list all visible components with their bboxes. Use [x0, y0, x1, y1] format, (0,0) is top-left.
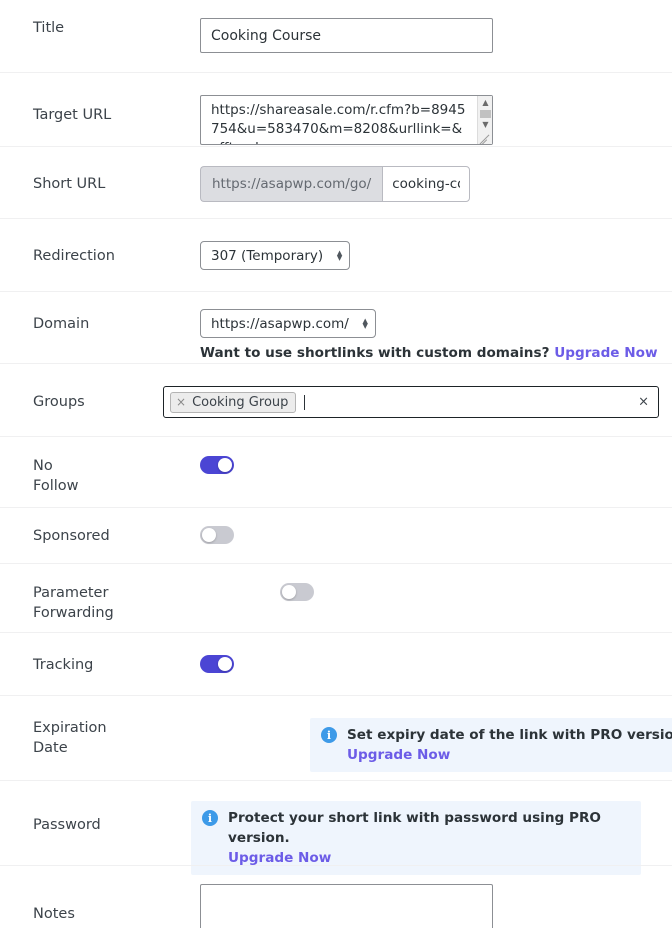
select-spinner-icon: ▲ ▼: [336, 248, 343, 262]
select-spinner-icon: ▲ ▼: [362, 316, 368, 330]
form-row-notes: Notes: [0, 865, 672, 928]
group-token[interactable]: × Cooking Group: [170, 391, 297, 413]
password-notice-message: Protect your short link with password us…: [228, 810, 601, 846]
short-url-group: https://asapwp.com/go/: [200, 166, 470, 202]
form-row-parameter-forwarding: Parameter Forwarding: [0, 563, 672, 632]
toggle-knob: [218, 657, 232, 671]
label-no-follow: No Follow: [33, 458, 79, 494]
tracking-toggle[interactable]: [200, 655, 234, 673]
sponsored-toggle[interactable]: [200, 526, 234, 544]
label-target-url: Target URL: [33, 107, 112, 123]
form-row-redirection: Redirection 307 (Temporary) ▲ ▼: [0, 218, 672, 291]
label-expiration-date: Expiration Date: [33, 720, 107, 756]
notes-textarea[interactable]: [200, 884, 493, 928]
toggle-knob: [202, 528, 216, 542]
toggle-knob: [218, 458, 232, 472]
scrollbar-thumb[interactable]: [480, 110, 491, 118]
field-redirection: 307 (Temporary) ▲ ▼: [200, 241, 672, 270]
field-parameter-forwarding: [280, 583, 672, 601]
field-groups: × Cooking Group ×: [163, 386, 672, 418]
label-parameter-forwarding: Parameter Forwarding: [33, 585, 114, 621]
target-url-textarea-wrap: https://shareasale.com/r.cfm?b=8945754&u…: [200, 95, 493, 145]
form-row-tracking: Tracking: [0, 632, 672, 695]
domain-upgrade-link[interactable]: Upgrade Now: [554, 345, 657, 361]
form-row-expiration-date: Expiration Date i Set expiry date of the …: [0, 695, 672, 780]
form-row-domain: Domain https://asapwp.com/ ▲ ▼ Want to us…: [0, 291, 672, 363]
field-password: i Protect your short link with password …: [191, 801, 672, 875]
target-url-textarea[interactable]: https://shareasale.com/r.cfm?b=8945754&u…: [200, 95, 493, 145]
label-password: Password: [33, 817, 101, 833]
field-target-url: https://shareasale.com/r.cfm?b=8945754&u…: [200, 95, 672, 145]
password-upgrade-link[interactable]: Upgrade Now: [228, 850, 331, 866]
parameter-forwarding-toggle[interactable]: [280, 583, 314, 601]
form-row-short-url: Short URL https://asapwp.com/go/: [0, 146, 672, 218]
redirection-selected-value: 307 (Temporary): [211, 247, 324, 264]
label-domain: Domain: [33, 316, 90, 332]
text-cursor: [304, 394, 306, 410]
resize-grip-icon[interactable]: [478, 130, 492, 144]
shortlink-settings-form: Title Target URL https://shareasale.com/…: [0, 0, 672, 928]
domain-selected-value: https://asapwp.com/: [211, 315, 349, 332]
redirection-select[interactable]: 307 (Temporary) ▲ ▼: [200, 241, 351, 270]
form-row-sponsored: Sponsored: [0, 507, 672, 563]
field-no-follow: [200, 456, 672, 474]
caret-up-icon[interactable]: ▲: [478, 96, 493, 109]
field-sponsored: [200, 526, 672, 544]
field-tracking: [200, 655, 672, 673]
password-notice-text: Protect your short link with password us…: [228, 808, 629, 868]
expiration-notice-text: Set expiry date of the link with PRO ver…: [347, 725, 672, 765]
form-row-groups: Groups × Cooking Group ×: [0, 363, 672, 436]
short-url-prefix: https://asapwp.com/go/: [200, 166, 383, 202]
groups-token-input[interactable]: × Cooking Group ×: [163, 386, 659, 418]
clear-all-icon[interactable]: ×: [638, 396, 649, 409]
title-input[interactable]: [200, 18, 493, 53]
field-notes: [200, 884, 672, 928]
short-url-slug-input[interactable]: [382, 166, 470, 202]
info-circle-icon: i: [321, 727, 337, 743]
domain-upgrade-notice: Want to use shortlinks with custom domai…: [200, 344, 672, 362]
form-row-target-url: Target URL https://shareasale.com/r.cfm?…: [0, 72, 672, 146]
domain-upgrade-text: Want to use shortlinks with custom domai…: [200, 345, 550, 361]
label-notes: Notes: [33, 906, 75, 922]
expiration-pro-notice: i Set expiry date of the link with PRO v…: [310, 718, 672, 772]
expiration-upgrade-link[interactable]: Upgrade Now: [347, 747, 450, 763]
group-token-label: Cooking Group: [192, 394, 289, 410]
password-pro-notice: i Protect your short link with password …: [191, 801, 641, 875]
field-title: [200, 18, 672, 53]
field-domain: https://asapwp.com/ ▲ ▼ Want to use short…: [200, 309, 672, 362]
label-tracking: Tracking: [33, 657, 94, 673]
token-remove-icon[interactable]: ×: [176, 396, 186, 408]
domain-select[interactable]: https://asapwp.com/ ▲ ▼: [200, 309, 376, 338]
label-sponsored: Sponsored: [33, 528, 110, 544]
form-row-no-follow: No Follow: [0, 436, 672, 507]
no-follow-toggle[interactable]: [200, 456, 234, 474]
field-short-url: https://asapwp.com/go/: [200, 166, 672, 202]
label-title: Title: [33, 20, 65, 36]
toggle-knob: [282, 585, 296, 599]
label-redirection: Redirection: [33, 248, 115, 264]
form-row-password: Password i Protect your short link with …: [0, 780, 672, 875]
label-short-url: Short URL: [33, 176, 106, 192]
expiration-notice-message: Set expiry date of the link with PRO ver…: [347, 727, 672, 743]
form-row-title: Title: [0, 0, 672, 72]
field-expiration-date: i Set expiry date of the link with PRO v…: [310, 718, 672, 772]
info-circle-icon: i: [202, 810, 218, 826]
